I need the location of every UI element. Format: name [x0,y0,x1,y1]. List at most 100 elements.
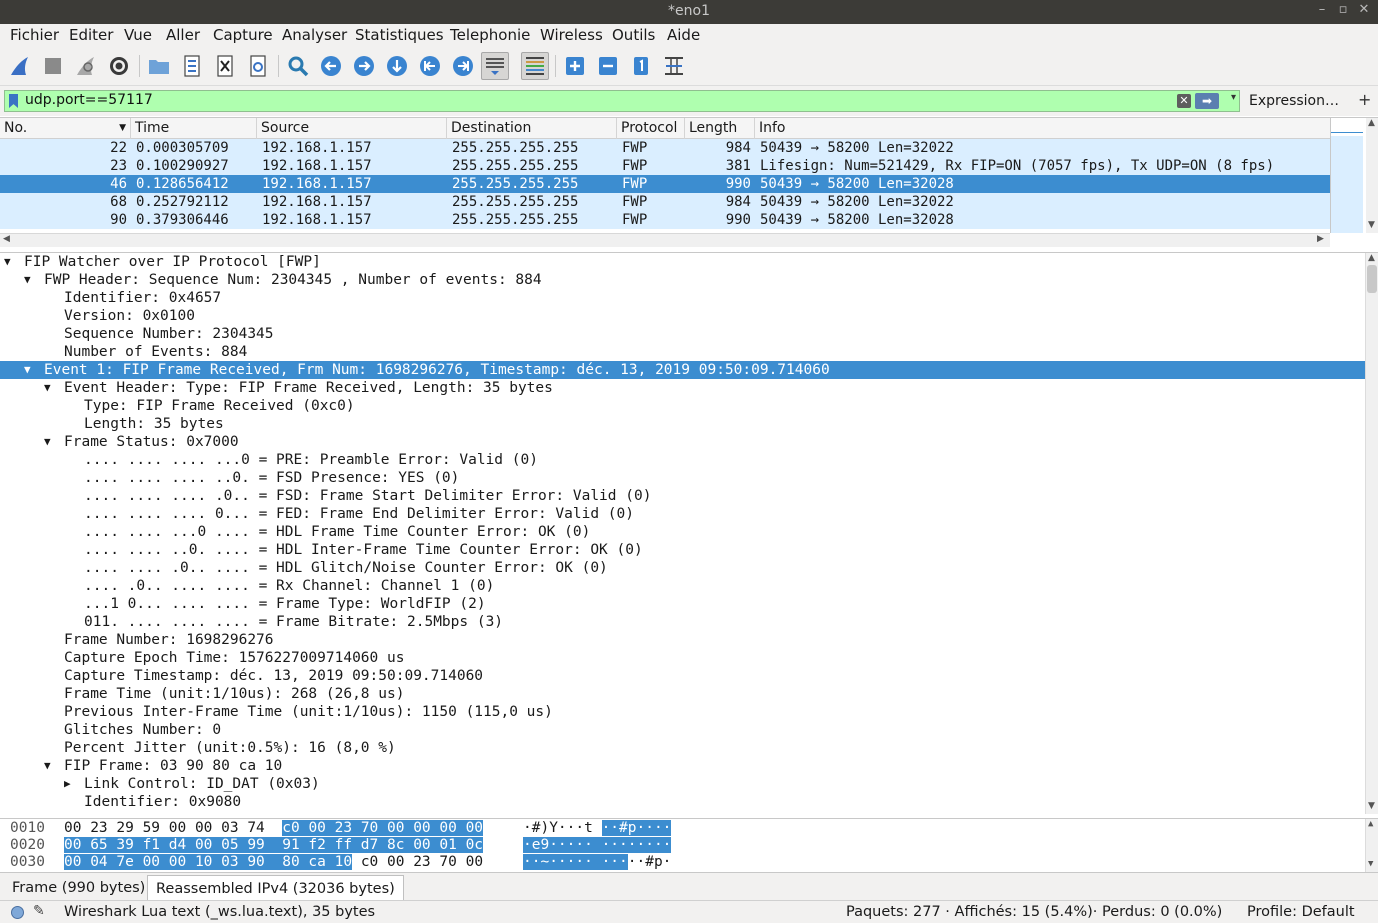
menu-aide[interactable]: Aide [667,26,700,44]
capture-comment-icon[interactable]: ✎ [33,903,45,919]
shark-fin-restart-icon[interactable] [72,52,100,80]
minimize-icon[interactable]: – [1313,2,1331,22]
packet-minimap[interactable] [1331,136,1363,233]
resize-columns-icon[interactable] [660,52,688,80]
column-header-length[interactable]: Length [685,118,755,139]
packet-row[interactable]: 22 0.000305709 192.168.1.157 255.255.255.25… [0,139,1330,157]
scroll-down-icon[interactable]: ▼ [1368,220,1375,230]
expand-arrow-open-icon[interactable]: ▼ [24,361,36,379]
bytes-ascii[interactable]: ··~····· ·····#p· [523,854,671,871]
reload-icon[interactable] [244,52,272,80]
detail-row[interactable]: .... .... .... ...0 = PRE: Preamble Erro… [0,451,1365,469]
detail-row[interactable]: Version: 0x0100 [0,307,1365,325]
column-header-destination[interactable]: Destination [447,118,617,139]
detail-row[interactable]: ▼ Event Header: Type: FIP Frame Received,… [0,379,1365,397]
detail-row[interactable]: ▼ FIP Watcher over IP Protocol [FWP] [0,253,1365,271]
go-back-icon[interactable] [317,52,345,80]
status-profile[interactable]: Profile: Default [1247,904,1355,920]
detail-row[interactable]: .... .... ..0. .... = HDL Inter-Frame Ti… [0,541,1365,559]
menu-statistiques[interactable]: Statistiques [355,26,444,44]
stop-square-icon[interactable] [39,52,67,80]
menu-analyser[interactable]: Analyser [282,26,347,44]
menu-editer[interactable]: Editer [69,26,113,44]
detail-row[interactable]: Glitches Number: 0 [0,721,1365,739]
bytes-row[interactable]: 0010 00 23 29 59 00 00 03 74 c0 00 23 70 … [0,820,1360,837]
detail-row[interactable]: ▼ FWP Header: Sequence Num: 2304345 , Num… [0,271,1365,289]
expand-arrow-open-icon[interactable]: ▼ [44,757,56,775]
detail-row[interactable]: .... .... .... ..0. = FSD Presence: YES … [0,469,1365,487]
bytes-ascii[interactable]: ·#)Y···t ··#p···· [523,820,672,837]
column-header-source[interactable]: Source [257,118,447,139]
menu-capture[interactable]: Capture [213,26,273,44]
detail-row[interactable]: 011. .... .... .... = Frame Bitrate: 2.5… [0,613,1365,631]
go-to-packet-icon[interactable] [383,52,411,80]
scroll-right-icon[interactable]: ▶ [1317,234,1324,244]
detail-row[interactable]: .... .... .... .0.. = FSD: Frame Start D… [0,487,1365,505]
bytes-hex[interactable]: 00 65 39 f1 d4 00 05 99 91 f2 ff d7 8c 0… [64,837,484,854]
bytes-row[interactable]: 0020 00 65 39 f1 d4 00 05 99 91 f2 ff d7 … [0,837,1360,854]
detail-row[interactable]: ▼ Frame Status: 0x7000 [0,433,1365,451]
detail-row[interactable]: Previous Inter-Frame Time (unit:1/10us):… [0,703,1365,721]
packet-bytes-scrollbar[interactable]: ▲ ▼ [1365,819,1378,873]
detail-row[interactable]: Capture Timestamp: déc. 13, 2019 09:50:0… [0,667,1365,685]
scroll-up-icon[interactable]: ▲ [1368,253,1375,263]
add-filter-button[interactable]: + [1358,90,1371,109]
go-last-icon[interactable] [449,52,477,80]
options-gear-icon[interactable] [105,52,133,80]
detail-row[interactable]: Identifier: 0x4657 [0,289,1365,307]
save-file-icon[interactable] [178,52,206,80]
packet-row[interactable]: 46 0.128656412 192.168.1.157 255.255.255.25… [0,175,1330,193]
detail-row[interactable]: ▼ Event 1: FIP Frame Received, Frm Num: 1… [0,361,1365,379]
apply-filter-icon[interactable]: ➡ [1195,93,1219,109]
close-file-icon[interactable] [211,52,239,80]
display-filter-field[interactable]: udp.port==57117 ✕ ➡ ▾ [4,90,1240,112]
scroll-up-icon[interactable]: ▲ [1368,819,1373,829]
detail-row[interactable]: Number of Events: 884 [0,343,1365,361]
detail-row[interactable]: Frame Number: 1698296276 [0,631,1365,649]
expand-arrow-open-icon[interactable]: ▼ [4,253,16,271]
column-header-info[interactable]: Info [755,118,1330,139]
column-header-no[interactable]: No. ▼ [0,118,131,139]
bytes-ascii[interactable]: ·e9····· ········ [523,837,672,854]
maximize-icon[interactable]: ▫ [1334,2,1352,22]
expand-arrow-open-icon[interactable]: ▼ [44,379,56,397]
bytes-row[interactable]: 0030 00 04 7e 00 00 10 03 90 80 ca 10 c0 … [0,854,1360,871]
go-first-icon[interactable] [416,52,444,80]
detail-row[interactable]: Percent Jitter (unit:0.5%): 16 (8,0 %) [0,739,1365,757]
detail-row[interactable]: ▶ Link Control: ID_DAT (0x03) [0,775,1365,793]
detail-row[interactable]: Frame Time (unit:1/10us): 268 (26,8 us) [0,685,1365,703]
menu-wireless[interactable]: Wireless [540,26,603,44]
menu-outils[interactable]: Outils [612,26,655,44]
expression-button[interactable]: Expression… [1249,93,1339,109]
zoom-out-icon[interactable] [594,52,622,80]
detail-row[interactable]: Length: 35 bytes [0,415,1365,433]
detail-row[interactable]: .... .0.. .... .... = Rx Channel: Channe… [0,577,1365,595]
column-header-time[interactable]: Time [131,118,257,139]
packet-row[interactable]: 90 0.379306446 192.168.1.157 255.255.255.25… [0,211,1330,229]
menu-telephonie[interactable]: Telephonie [450,26,530,44]
normal-size-icon[interactable] [627,52,655,80]
scroll-up-icon[interactable]: ▲ [1368,118,1375,128]
column-header-protocol[interactable]: Protocol [617,118,685,139]
bytes-hex[interactable]: 00 04 7e 00 00 10 03 90 80 ca 10 c0 00 2… [64,854,483,871]
detail-row[interactable]: .... .... .0.. .... = HDL Glitch/Noise C… [0,559,1365,577]
filter-history-dropdown-icon[interactable]: ▾ [1231,92,1236,103]
filter-input-value[interactable]: udp.port==57117 [25,92,153,108]
packet-details-scrollbar[interactable]: ▲ ▼ [1365,253,1378,814]
detail-row[interactable]: ▼ FIP Frame: 03 90 80 ca 10 [0,757,1365,775]
expert-info-icon[interactable] [11,906,24,919]
scroll-left-icon[interactable]: ◀ [3,234,10,244]
tab-reassembled-ipv4[interactable]: Reassembled IPv4 (32036 bytes) [147,875,404,901]
find-magnifier-icon[interactable] [284,52,312,80]
zoom-in-icon[interactable] [561,52,589,80]
packet-list-vertical-scrollbar[interactable]: ▲ ▼ [1366,118,1378,233]
filter-bookmark-icon[interactable] [9,94,18,108]
autoscroll-icon[interactable] [481,52,509,80]
menu-vue[interactable]: Vue [124,26,152,44]
clear-filter-icon[interactable]: ✕ [1177,94,1191,108]
scroll-down-icon[interactable]: ▼ [1368,801,1375,811]
packet-list-horizontal-scrollbar[interactable]: ◀ ▶ [0,233,1330,247]
packet-row[interactable]: 68 0.252792112 192.168.1.157 255.255.255.25… [0,193,1330,211]
detail-row[interactable]: Sequence Number: 2304345 [0,325,1365,343]
shark-fin-start-icon[interactable] [6,52,34,80]
